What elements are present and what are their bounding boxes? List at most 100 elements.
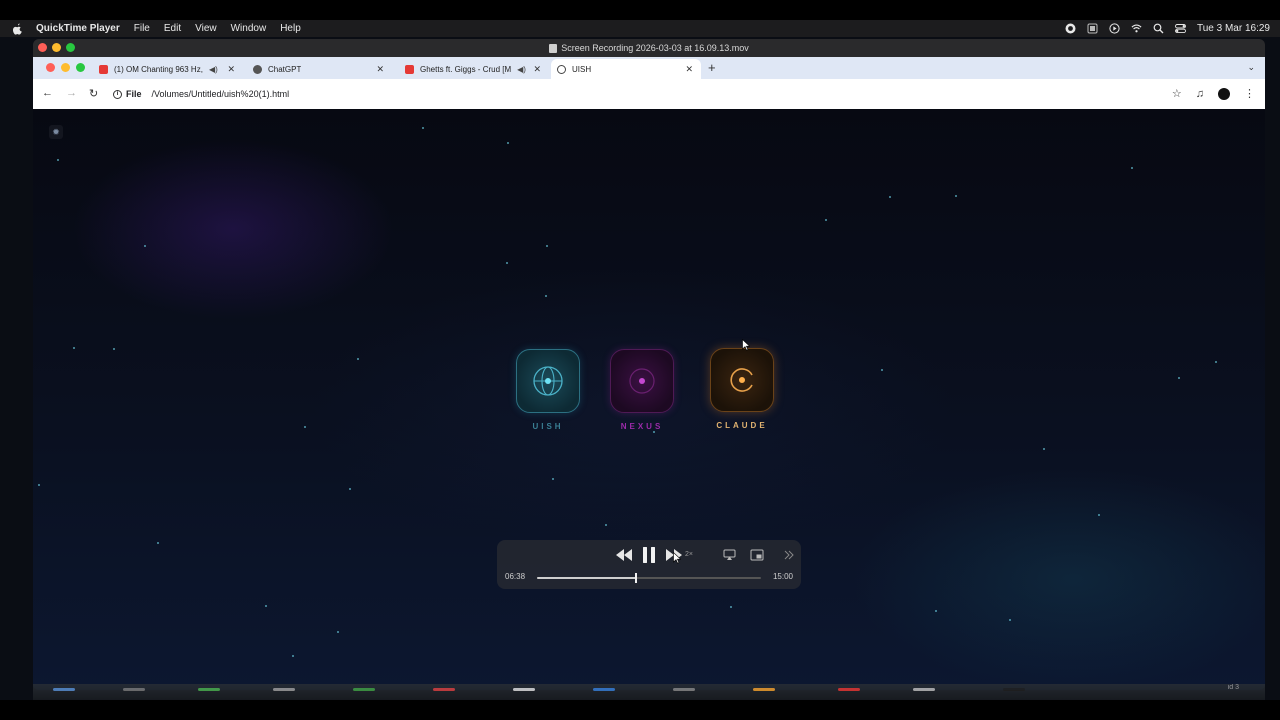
star bbox=[889, 196, 891, 198]
menu-window[interactable]: Window bbox=[231, 23, 267, 34]
dock-app-icon[interactable] bbox=[753, 688, 775, 691]
settings-gear-icon[interactable]: ✹ bbox=[49, 125, 63, 139]
uish-app-label[interactable]: UISH bbox=[508, 422, 588, 431]
timeline-scrubber[interactable] bbox=[537, 573, 761, 583]
control-center-icon[interactable] bbox=[1175, 23, 1186, 34]
browser-toolbar: ← → ↻ i File /Volumes/Untitled/uish%20(1… bbox=[33, 79, 1265, 109]
zoom-window-button[interactable] bbox=[66, 43, 75, 52]
dock: id 3 bbox=[33, 684, 1265, 700]
info-icon: i bbox=[113, 89, 122, 99]
site-info-chip[interactable]: i File bbox=[113, 89, 142, 99]
dock-app-icon[interactable] bbox=[198, 688, 220, 691]
speaker-icon[interactable]: ◀) bbox=[209, 65, 218, 74]
tab-ghetts[interactable]: Ghetts ft. Giggs - Crud [M ◀) ✕ bbox=[399, 59, 549, 79]
close-tab-icon[interactable]: ✕ bbox=[376, 64, 384, 75]
menu-bar: QuickTime Player File Edit View Window H… bbox=[0, 20, 1280, 37]
document-icon bbox=[549, 43, 558, 53]
picture-in-picture-icon[interactable] bbox=[750, 549, 764, 561]
star bbox=[507, 142, 509, 144]
page-canvas: ✹ UISH NEXUS CLAUDE 2× 06:38 15:00 bbox=[33, 109, 1265, 690]
quicktime-window-controls bbox=[38, 43, 75, 52]
uish-app-tile[interactable] bbox=[516, 349, 580, 413]
star bbox=[113, 348, 115, 350]
star bbox=[1098, 514, 1100, 516]
apple-menu-icon[interactable] bbox=[12, 23, 24, 35]
spotlight-search-icon[interactable] bbox=[1153, 23, 1164, 34]
screenshot-status-icon[interactable] bbox=[1087, 23, 1098, 34]
youtube-icon bbox=[405, 64, 414, 74]
total-duration: 15:00 bbox=[772, 572, 793, 581]
more-menu-icon[interactable]: ⋮ bbox=[1244, 87, 1255, 100]
claude-app-label[interactable]: CLAUDE bbox=[702, 421, 782, 430]
dock-app-icon[interactable] bbox=[353, 688, 375, 691]
browser-tab-strip: (1) OM Chanting 963 Hz, ◀) ✕ ChatGPT ✕ G… bbox=[33, 57, 1265, 79]
media-controls-icon[interactable]: ♫ bbox=[1196, 88, 1204, 100]
bookmark-star-icon[interactable]: ☆ bbox=[1172, 87, 1182, 100]
dock-app-icon[interactable] bbox=[513, 688, 535, 691]
speaker-icon[interactable]: ◀) bbox=[517, 65, 526, 74]
dock-app-icon[interactable] bbox=[673, 688, 695, 691]
active-app-name[interactable]: QuickTime Player bbox=[36, 23, 120, 34]
address-bar[interactable]: i File /Volumes/Untitled/uish%20(1).html bbox=[113, 85, 289, 103]
browser-minimize-dot[interactable] bbox=[61, 63, 70, 72]
star bbox=[552, 478, 554, 480]
nexus-app-label[interactable]: NEXUS bbox=[602, 422, 682, 431]
playback-speed-label[interactable]: 2× bbox=[685, 551, 693, 558]
toolbar-actions: ☆ ♫ ⋮ bbox=[1172, 87, 1255, 100]
close-tab-icon[interactable]: ✕ bbox=[685, 64, 693, 75]
dock-label: id 3 bbox=[1227, 684, 1239, 691]
new-tab-icon[interactable]: + bbox=[708, 60, 716, 75]
star bbox=[545, 295, 547, 297]
browser-zoom-dot[interactable] bbox=[76, 63, 85, 72]
dock-app-icon[interactable] bbox=[838, 688, 860, 691]
chevron-down-icon[interactable]: ⌄ bbox=[1247, 62, 1255, 73]
record-status-icon[interactable] bbox=[1065, 23, 1076, 34]
star bbox=[881, 369, 883, 371]
dock-app-icon[interactable] bbox=[913, 688, 935, 691]
forward-arrow-icon[interactable]: → bbox=[66, 87, 77, 99]
profile-avatar[interactable] bbox=[1218, 87, 1230, 100]
mouse-cursor-icon bbox=[742, 339, 750, 351]
dock-app-icon[interactable] bbox=[1003, 688, 1025, 691]
star bbox=[955, 195, 957, 197]
globe-icon bbox=[533, 366, 563, 396]
dock-app-icon[interactable] bbox=[123, 688, 145, 691]
claude-app-tile[interactable] bbox=[710, 348, 774, 412]
quicktime-titlebar[interactable]: Screen Recording 2026-03-03 at 16.09.13.… bbox=[33, 39, 1265, 57]
minimize-window-button[interactable] bbox=[52, 43, 61, 52]
star bbox=[1178, 377, 1180, 379]
pause-icon[interactable] bbox=[642, 546, 656, 564]
menu-help[interactable]: Help bbox=[280, 23, 301, 34]
url-text[interactable]: /Volumes/Untitled/uish%20(1).html bbox=[152, 89, 290, 99]
menu-bar-clock[interactable]: Tue 3 Mar 16:29 bbox=[1197, 23, 1270, 34]
chevron-double-right-icon[interactable] bbox=[783, 549, 795, 561]
tab-uish[interactable]: UISH ✕ bbox=[551, 59, 701, 79]
tab-chatgpt[interactable]: ChatGPT ✕ bbox=[247, 59, 392, 79]
airplay-icon[interactable] bbox=[723, 549, 736, 561]
timeline-playhead[interactable] bbox=[635, 573, 637, 583]
wifi-icon[interactable] bbox=[1131, 23, 1142, 34]
star bbox=[825, 219, 827, 221]
menu-file[interactable]: File bbox=[134, 23, 150, 34]
dock-app-icon[interactable] bbox=[53, 688, 75, 691]
back-arrow-icon[interactable]: ← bbox=[42, 87, 53, 99]
close-tab-icon[interactable]: ✕ bbox=[533, 64, 541, 75]
close-tab-icon[interactable]: ✕ bbox=[227, 64, 235, 75]
dock-app-icon[interactable] bbox=[273, 688, 295, 691]
tab-om-chanting[interactable]: (1) OM Chanting 963 Hz, ◀) ✕ bbox=[93, 59, 243, 79]
star bbox=[144, 245, 146, 247]
reload-icon[interactable]: ↻ bbox=[89, 87, 98, 100]
dock-app-icon[interactable] bbox=[593, 688, 615, 691]
rewind-icon[interactable] bbox=[615, 548, 633, 562]
star bbox=[38, 484, 40, 486]
play-status-icon[interactable] bbox=[1109, 23, 1120, 34]
browser-close-dot[interactable] bbox=[46, 63, 55, 72]
close-window-button[interactable] bbox=[38, 43, 47, 52]
menu-edit[interactable]: Edit bbox=[164, 23, 181, 34]
nexus-app-tile[interactable] bbox=[610, 349, 674, 413]
youtube-icon bbox=[99, 64, 108, 74]
letterbox-bottom bbox=[0, 700, 1280, 720]
star bbox=[349, 488, 351, 490]
dock-app-icon[interactable] bbox=[433, 688, 455, 691]
menu-view[interactable]: View bbox=[195, 23, 217, 34]
